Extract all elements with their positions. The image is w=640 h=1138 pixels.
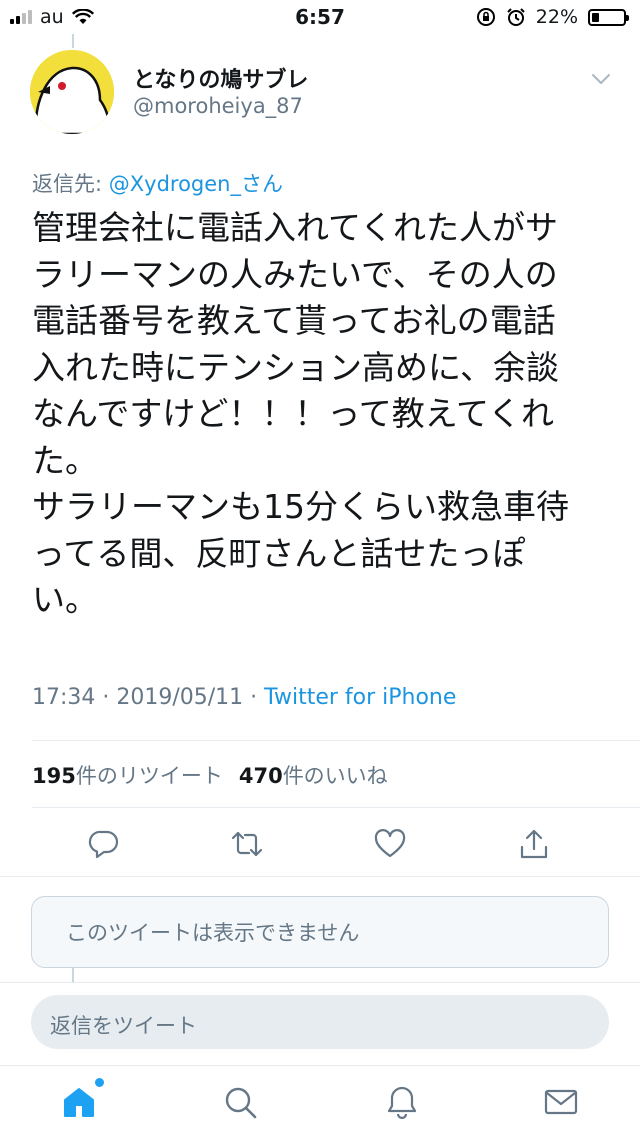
tweet-actions xyxy=(0,822,640,866)
reply-input[interactable]: 返信をツイート xyxy=(31,995,609,1049)
pigeon-avatar-image xyxy=(30,50,114,134)
reply-icon xyxy=(88,830,119,859)
author-handle[interactable]: @moroheiya_87 xyxy=(133,94,303,118)
reply-to-prefix: 返信先: xyxy=(32,172,109,196)
like-count: 470 xyxy=(238,764,283,788)
reply-placeholder: 返信をツイート xyxy=(50,1014,197,1038)
tweet-source-link[interactable]: Twitter for iPhone xyxy=(264,685,456,710)
timestamp-text: 17:34 · 2019/05/11 · xyxy=(32,685,265,710)
unavailable-tweet-card: このツイートは表示できません xyxy=(31,896,609,968)
thread-line-bottom xyxy=(72,968,74,982)
tweet-text: 管理会社に電話入れてくれた人がサ ラリーマンの人みたいで、その人の 電話番号を教… xyxy=(32,208,569,619)
orientation-lock-icon xyxy=(476,8,495,26)
notifications-icon xyxy=(387,1086,417,1120)
tab-home[interactable] xyxy=(57,1078,104,1124)
reply-to-mention[interactable]: @Xydrogen_さん xyxy=(109,172,283,196)
retweet-button[interactable] xyxy=(225,822,269,866)
search-icon xyxy=(225,1087,257,1119)
tweet-stats: 195件のリツイート 470件のいいね xyxy=(32,760,388,790)
battery-percent: 22% xyxy=(535,6,578,28)
messages-icon xyxy=(544,1089,578,1115)
divider xyxy=(32,740,640,741)
retweet-count: 195 xyxy=(32,764,76,788)
notification-dot xyxy=(95,1078,104,1087)
separator xyxy=(0,982,640,983)
retweet-icon xyxy=(231,831,263,857)
retweet-stat[interactable]: 195件のリツイート xyxy=(32,760,223,790)
like-label: 件のいいね xyxy=(282,764,388,788)
status-bar-right: 22% xyxy=(476,6,629,28)
tweet-timestamp: 17:34 · 2019/05/11 · Twitter for iPhone xyxy=(32,685,456,710)
unavailable-tweet-text: このツイートは表示できません xyxy=(66,921,360,945)
tab-messages[interactable] xyxy=(539,1080,583,1124)
tab-bar xyxy=(0,1066,640,1138)
share-icon xyxy=(520,829,548,859)
separator xyxy=(0,876,640,877)
thread-line-top xyxy=(72,34,74,48)
battery-fill xyxy=(592,12,599,22)
tab-search[interactable] xyxy=(218,1080,262,1124)
like-button[interactable] xyxy=(368,822,412,866)
reply-to: 返信先: @Xydrogen_さん xyxy=(32,168,283,198)
heart-icon xyxy=(374,829,406,858)
battery-icon xyxy=(588,8,629,26)
like-stat[interactable]: 470件のいいね xyxy=(239,760,388,790)
status-bar: au 6:57 22% xyxy=(0,0,640,34)
reply-button[interactable] xyxy=(82,822,126,866)
tab-notifications[interactable] xyxy=(380,1080,424,1124)
share-button[interactable] xyxy=(512,822,556,866)
divider xyxy=(32,807,640,808)
avatar[interactable] xyxy=(30,50,114,134)
alarm-icon xyxy=(507,8,525,26)
home-icon xyxy=(64,1088,94,1117)
chevron-down-icon[interactable] xyxy=(588,66,614,92)
author-name[interactable]: となりの鳩サブレ xyxy=(133,62,308,94)
retweet-label: 件のリツイート xyxy=(75,764,223,788)
